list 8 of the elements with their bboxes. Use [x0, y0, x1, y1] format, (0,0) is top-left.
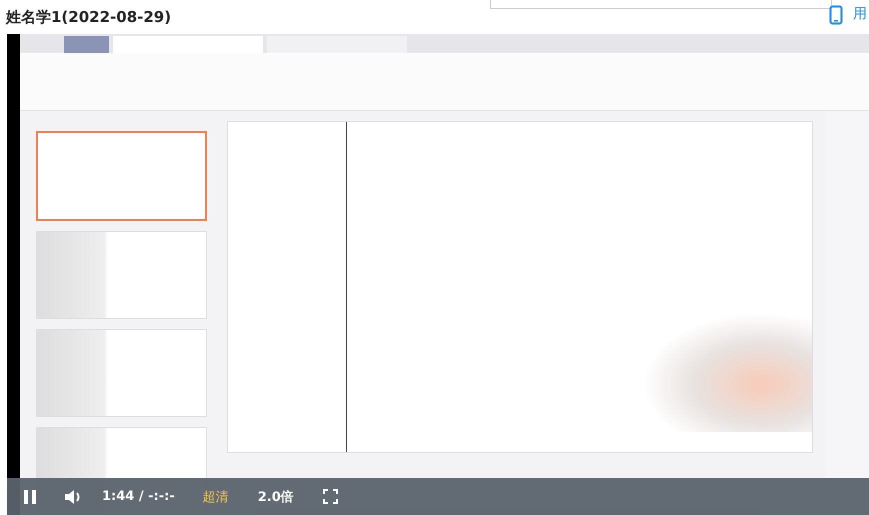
pause-button[interactable] — [23, 488, 37, 504]
phone-icon[interactable] — [829, 5, 843, 25]
playback-time: 1:44 / -:-:- — [102, 489, 175, 504]
quality-selector[interactable]: 超清 — [202, 488, 229, 506]
video-title: 姓名学1(2022-08-29) — [6, 8, 172, 26]
speed-selector[interactable]: 2.0倍 — [258, 488, 294, 506]
fullscreen-icon[interactable] — [322, 489, 338, 504]
side-link[interactable]: 用 — [853, 5, 867, 23]
